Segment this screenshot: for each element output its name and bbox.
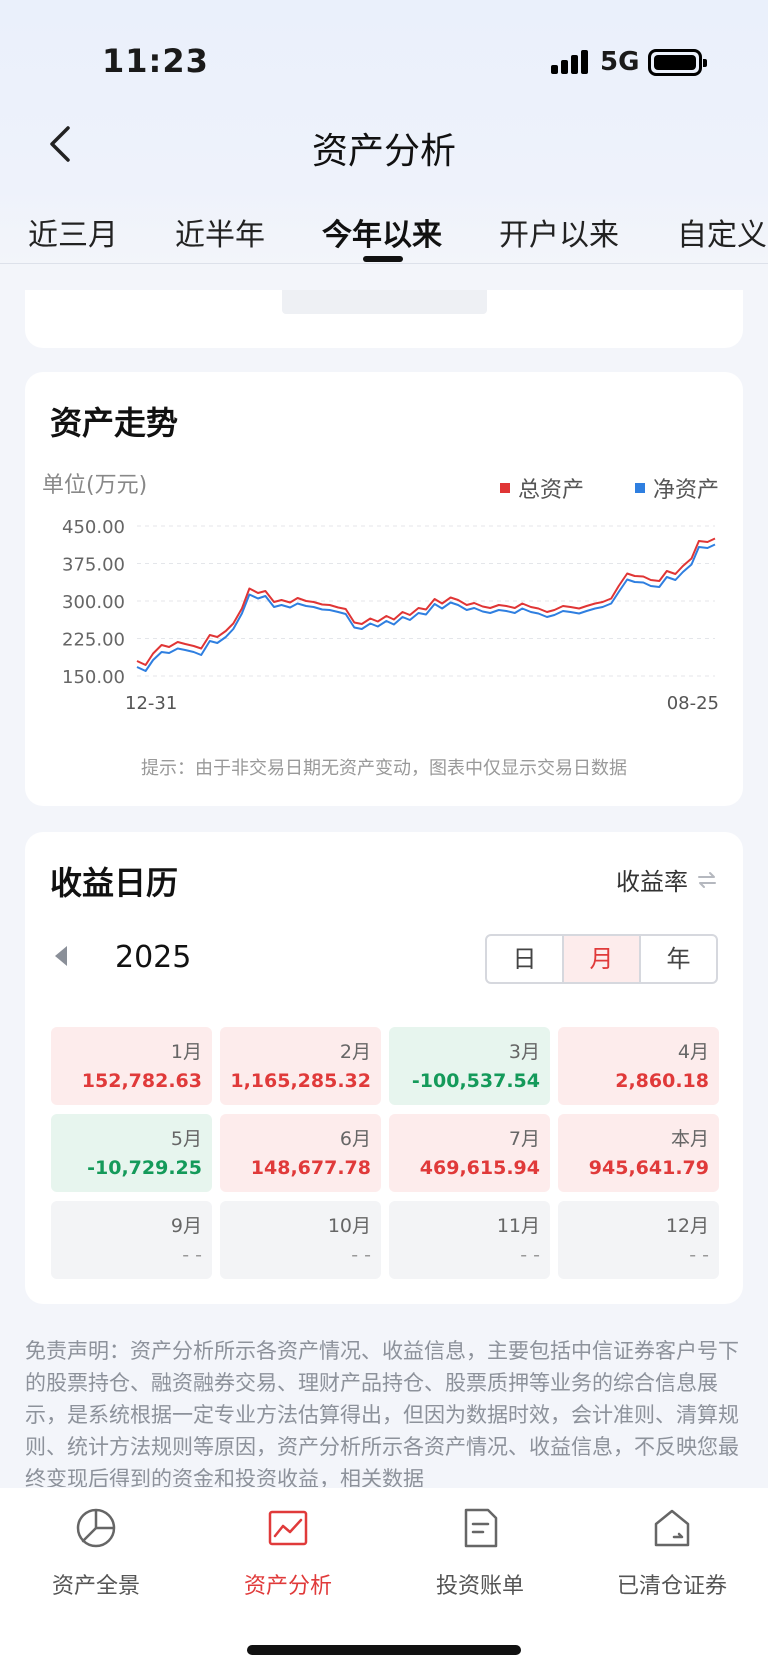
segment-year[interactable]: 年 — [641, 936, 716, 982]
bill-document-icon — [464, 1508, 498, 1548]
month-cell[interactable]: 7月 469,615.94 — [389, 1114, 550, 1192]
granularity-segmented-control: 日 月 年 — [485, 934, 718, 984]
nav-bar: 资产分析 — [0, 110, 768, 180]
yield-rate-label: 收益率 — [616, 868, 688, 896]
signal-icon — [551, 50, 589, 74]
month-value: -10,729.25 — [87, 1157, 202, 1179]
y-tick-label: 450.00 — [62, 517, 125, 538]
month-label: 12月 — [665, 1215, 709, 1237]
tab-custom[interactable]: 自定义 — [677, 210, 767, 254]
month-label: 6月 — [339, 1128, 371, 1150]
tab-since-open[interactable]: 开户以来 — [499, 210, 619, 254]
status-bar: 11:23 5G — [0, 0, 768, 120]
month-value: - - — [689, 1244, 709, 1266]
tab-year-to-date[interactable]: 今年以来 — [322, 210, 442, 254]
chart-unit: 单位(万元) — [42, 473, 148, 498]
month-value: - - — [520, 1244, 540, 1266]
network-label: 5G — [600, 47, 640, 77]
yield-rate-toggle[interactable]: 收益率 — [616, 862, 718, 897]
month-cell[interactable]: 10月 - - — [220, 1201, 381, 1279]
page-title: 资产分析 — [311, 131, 456, 172]
y-tick-label: 150.00 — [62, 667, 125, 688]
asset-trend-title: 资产走势 — [50, 404, 179, 442]
month-label: 4月 — [677, 1041, 709, 1063]
month-value: 2,860.18 — [615, 1070, 709, 1092]
month-value: 469,615.94 — [419, 1157, 540, 1179]
y-tick-label: 375.00 — [62, 555, 125, 576]
month-label: 2月 — [339, 1041, 371, 1063]
month-cell[interactable]: 6月 148,677.78 — [220, 1114, 381, 1192]
pie-chart-icon — [76, 1508, 116, 1548]
trend-chart-icon — [268, 1510, 308, 1546]
bottom-tab-cleared[interactable]: 已清仓证券 — [576, 1506, 768, 1600]
bottom-tab-overview[interactable]: 资产全景 — [0, 1506, 192, 1600]
profit-calendar-card: 收益日历 收益率 2025 日 月 年 1月 152,782.63 2月 1,165,… — [25, 832, 743, 1304]
year-label: 2025 — [115, 940, 192, 975]
legend-swatch-net — [635, 483, 645, 493]
y-tick-label: 300.00 — [62, 592, 125, 613]
month-label: 11月 — [496, 1215, 540, 1237]
segment-month[interactable]: 月 — [564, 936, 641, 982]
asset-trend-chart[interactable]: 450.00 375.00 300.00 225.00 150.0012-31 08-25 — [25, 512, 743, 742]
period-tabs: 近三月 近半年 今年以来 开户以来 自定义 — [0, 200, 768, 264]
month-value: -100,537.54 — [411, 1070, 540, 1092]
month-label: 本月 — [670, 1128, 709, 1150]
summary-placeholder — [282, 290, 487, 314]
month-label: 3月 — [508, 1041, 540, 1063]
month-value: 152,782.63 — [81, 1070, 202, 1092]
home-indicator — [247, 1645, 521, 1655]
bottom-tab-label: 资产全景 — [51, 1574, 140, 1599]
asset-trend-card: 资产走势 单位(万元) 总资产 净资产 450.00 375.00 300.00 22… — [25, 372, 743, 806]
cleared-stock-icon — [654, 1509, 690, 1547]
month-value: 1,165,285.32 — [230, 1070, 371, 1092]
bottom-tab-label: 资产分析 — [243, 1574, 332, 1599]
legend-total-assets: 总资产 — [500, 472, 584, 504]
battery-icon — [648, 49, 707, 76]
month-cell[interactable]: 5月 -10,729.25 — [51, 1114, 212, 1192]
month-cell[interactable]: 1月 152,782.63 — [51, 1027, 212, 1105]
chart-tip: 提示：由于非交易日期无资产变动，图表中仅显示交易日数据 — [141, 758, 627, 779]
month-value: 148,677.78 — [250, 1157, 371, 1179]
month-label: 5月 — [170, 1128, 202, 1150]
month-cell[interactable]: 12月 - - — [558, 1201, 719, 1279]
month-cell[interactable]: 11月 - - — [389, 1201, 550, 1279]
tab-indicator — [363, 256, 403, 262]
legend-net-assets: 净资产 — [635, 472, 719, 504]
bottom-tab-bar: 资产全景 资产分析 投资账单 已清仓证券 — [0, 1488, 768, 1670]
month-value: - - — [182, 1244, 202, 1266]
legend-label-net: 净资产 — [653, 478, 720, 503]
status-time: 11:23 — [102, 42, 209, 80]
month-label: 9月 — [170, 1215, 202, 1237]
bottom-tab-bill[interactable]: 投资账单 — [384, 1506, 576, 1600]
y-tick-label: 225.00 — [62, 630, 125, 651]
month-cell[interactable]: 9月 - - — [51, 1201, 212, 1279]
x-tick-label: 08-25 — [667, 693, 719, 714]
bottom-tab-label: 投资账单 — [435, 1574, 524, 1599]
month-cell[interactable]: 3月 -100,537.54 — [389, 1027, 550, 1105]
month-value: - - — [351, 1244, 371, 1266]
month-label: 1月 — [170, 1041, 202, 1063]
summary-card-bottom — [25, 290, 743, 348]
month-cell[interactable]: 本月 945,641.79 — [558, 1114, 719, 1192]
disclaimer: 免责声明：资产分析所示各资产情况、收益信息，主要包括中信证券客户号下的股票持仓、… — [25, 1339, 739, 1487]
bottom-tab-label: 已清仓证券 — [616, 1574, 727, 1599]
bottom-tab-analysis[interactable]: 资产分析 — [192, 1506, 384, 1600]
x-tick-label: 12-31 — [125, 693, 177, 714]
month-value: 945,641.79 — [588, 1157, 709, 1179]
segment-day[interactable]: 日 — [487, 936, 564, 982]
month-label: 10月 — [327, 1215, 371, 1237]
month-cell[interactable]: 2月 1,165,285.32 — [220, 1027, 381, 1105]
tab-3-months[interactable]: 近三月 — [28, 210, 118, 254]
series-line — [136, 537, 716, 666]
legend-swatch-total — [500, 483, 510, 493]
month-label: 7月 — [508, 1128, 540, 1150]
month-cell[interactable]: 4月 2,860.18 — [558, 1027, 719, 1105]
tab-half-year[interactable]: 近半年 — [175, 210, 265, 254]
profit-calendar-title: 收益日历 — [50, 864, 179, 902]
swap-icon — [698, 871, 716, 888]
legend-label-total: 总资产 — [518, 478, 585, 503]
year-prev-arrow-icon[interactable] — [53, 944, 69, 968]
